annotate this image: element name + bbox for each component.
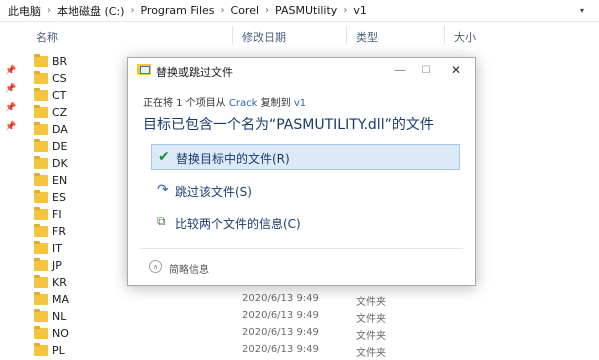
column-header-size[interactable]: 大小 [454, 29, 476, 45]
skip-option-label: 跳过该文件(S) [175, 185, 252, 199]
breadcrumb-item-v1[interactable]: v1 [353, 4, 367, 17]
folder-icon [34, 275, 48, 288]
file-name: CS [52, 72, 67, 85]
folder-icon [34, 105, 48, 118]
minimize-button[interactable]: — [389, 60, 411, 80]
maximize-button[interactable]: ☐ [415, 60, 437, 80]
folder-icon [34, 190, 48, 203]
file-name: CT [52, 89, 67, 102]
skip-file-option[interactable]: ↷ 跳过该文件(S) [151, 178, 460, 202]
copy-status-line: 正在将 1 个项目从 Crack 复制到 v1 [143, 94, 306, 109]
collapse-chevron-icon: ∧ [149, 260, 162, 273]
column-header-row: 名称 修改日期 类型 大小 [0, 22, 599, 48]
chevron-right-icon: › [343, 5, 348, 16]
dialog-title-bar[interactable]: 替换或跳过文件 — ☐ ✕ [128, 58, 475, 84]
skip-arrow-icon: ↷ [157, 182, 169, 198]
compare-option-label: 比较两个文件的信息(C) [175, 217, 301, 231]
file-name: DA [52, 123, 68, 136]
folder-icon [34, 224, 48, 237]
checkmark-icon: ✔ [158, 149, 170, 165]
file-date: 2020/6/13 9:49 [242, 293, 319, 304]
file-row[interactable]: NO 2020/6/13 9:49 文件夹 [0, 326, 599, 343]
folder-icon [34, 54, 48, 67]
column-divider[interactable] [232, 26, 233, 44]
file-row[interactable]: PL 2020/6/13 9:49 文件夹 [0, 343, 599, 360]
file-name: KR [52, 276, 67, 289]
file-name: CZ [52, 106, 68, 119]
close-button[interactable]: ✕ [445, 60, 467, 80]
folder-icon [34, 71, 48, 84]
file-transfer-icon [137, 64, 151, 75]
copy-mid: 复制到 [260, 98, 291, 109]
file-type: 文件夹 [356, 348, 386, 359]
file-row[interactable]: NL 2020/6/13 9:49 文件夹 [0, 309, 599, 326]
compare-files-icon: ⧉ [157, 214, 166, 228]
file-name: BR [52, 55, 68, 68]
file-date: 2020/6/13 9:49 [242, 310, 319, 321]
breadcrumb-item-pasmutility[interactable]: PASMUtility [275, 4, 337, 17]
compare-files-option[interactable]: ⧉ 比较两个文件的信息(C) [151, 210, 460, 234]
replace-option-label: 替换目标中的文件(R) [176, 152, 290, 166]
file-type: 文件夹 [356, 314, 386, 325]
file-row[interactable]: MA 2020/6/13 9:49 文件夹 [0, 292, 599, 309]
folder-icon [34, 88, 48, 101]
file-name: ES [52, 191, 66, 204]
folder-icon [34, 173, 48, 186]
file-name: DE [52, 140, 68, 153]
replace-file-option[interactable]: ✔ 替换目标中的文件(R) [151, 144, 460, 170]
folder-icon [34, 156, 48, 169]
chevron-right-icon: › [47, 5, 51, 16]
copy-prefix: 正在将 1 个项目从 [143, 98, 226, 109]
column-header-type[interactable]: 类型 [356, 29, 378, 45]
folder-icon [34, 258, 48, 271]
folder-icon [34, 139, 48, 152]
file-name: MA [52, 293, 70, 306]
folder-icon [34, 326, 48, 339]
file-name: FR [52, 225, 66, 238]
folder-icon [34, 207, 48, 220]
chevron-right-icon: › [265, 5, 270, 16]
file-type: 文件夹 [356, 297, 386, 308]
conflict-headline: 目标已包含一个名为“PASMUTILITY.dll”的文件 [143, 117, 434, 133]
folder-icon [34, 122, 48, 135]
file-date: 2020/6/13 9:49 [242, 327, 319, 338]
folder-icon [34, 292, 48, 305]
dialog-title: 替换或跳过文件 [156, 66, 233, 79]
scrollbar[interactable] [585, 48, 599, 356]
breadcrumb-item-local-disk[interactable]: 本地磁盘 (C:) [57, 3, 124, 19]
file-type: 文件夹 [356, 331, 386, 342]
folder-icon [34, 343, 48, 356]
source-folder-link[interactable]: Crack [229, 98, 258, 109]
column-divider[interactable] [346, 26, 347, 44]
column-header-name[interactable]: 名称 [36, 29, 58, 45]
column-divider[interactable] [444, 26, 445, 44]
chevron-down-icon[interactable]: ▾ [575, 3, 589, 17]
breadcrumb-item-corel[interactable]: Corel [231, 4, 260, 17]
file-name: IT [52, 242, 62, 255]
chevron-right-icon: › [130, 5, 135, 16]
file-name: DK [52, 157, 68, 170]
chevron-right-icon: › [220, 5, 225, 16]
divider [140, 248, 463, 249]
breadcrumb-item-program-files[interactable]: Program Files [140, 4, 214, 17]
file-name: JP [52, 259, 62, 272]
destination-folder-link[interactable]: v1 [294, 98, 306, 109]
breadcrumb: 此电脑 › 本地磁盘 (C:) › Program Files › Corel … [0, 0, 599, 22]
replace-skip-dialog: 替换或跳过文件 — ☐ ✕ 正在将 1 个项目从 Crack 复制到 v1 目标… [127, 57, 476, 286]
file-date: 2020/6/13 9:49 [242, 344, 319, 355]
column-header-modified[interactable]: 修改日期 [242, 29, 286, 45]
file-name: PL [52, 344, 65, 357]
details-label: 简略信息 [169, 265, 209, 276]
file-name: NL [52, 310, 67, 323]
folder-icon [34, 309, 48, 322]
file-name: FI [52, 208, 62, 221]
folder-icon [34, 241, 48, 254]
file-name: EN [52, 174, 68, 187]
file-name: NO [52, 327, 69, 340]
breadcrumb-item-this-pc[interactable]: 此电脑 [8, 3, 41, 19]
